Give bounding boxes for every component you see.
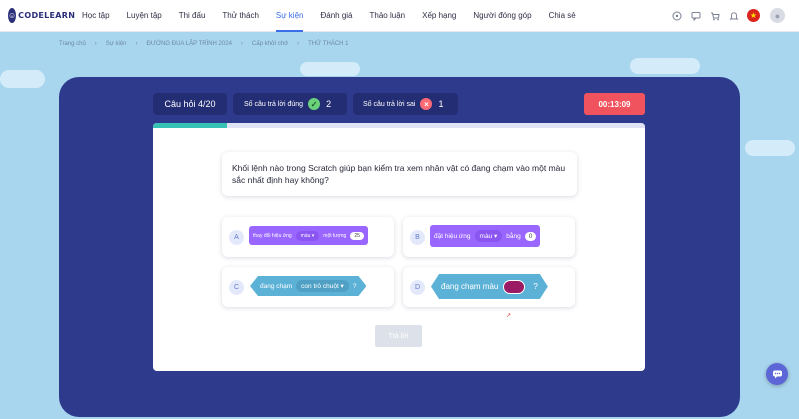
correct-answers-label: Số câu trả lời đúng: [244, 100, 304, 108]
cart-icon[interactable]: [709, 10, 720, 21]
answer-option-b[interactable]: B đặt hiệu ứng màu ▾ bằng 0: [403, 217, 575, 257]
chevron-right-icon: ›: [240, 41, 243, 47]
breadcrumb-home[interactable]: Trang chủ: [59, 41, 86, 47]
check-circle-icon: ✓: [308, 98, 321, 110]
block-text: thay đổi hiệu ứng: [253, 232, 292, 239]
block-text: một lượng: [323, 232, 347, 239]
block-text: ?: [352, 282, 357, 290]
chevron-right-icon: ›: [135, 41, 138, 47]
scratch-block-set-effect: đặt hiệu ứng màu ▾ bằng 0: [430, 225, 541, 247]
cloud-decoration: [0, 70, 45, 88]
question-progress-fill: [153, 123, 227, 128]
option-letter-c: C: [229, 280, 244, 295]
chat-icon[interactable]: [690, 10, 701, 21]
help-icon[interactable]: [671, 10, 682, 21]
option-letter-a: A: [229, 230, 244, 245]
top-navigation: ☺ CODELEARN Học tập Luyện tập Thi đấu Th…: [0, 0, 799, 32]
wrong-answers-count: 1: [438, 99, 444, 109]
chat-support-button[interactable]: [766, 363, 788, 385]
block-dropdown-label: con trỏ chuột: [301, 283, 339, 290]
scratch-block-touching: đang chạm con trỏ chuột ▾ ?: [250, 276, 366, 296]
block-text: bằng: [506, 232, 521, 240]
nav-item-thu-thach[interactable]: Thử thách: [222, 0, 258, 32]
chevron-right-icon: ›: [94, 41, 97, 47]
nav-item-hoc-tap[interactable]: Học tập: [82, 0, 110, 32]
codelearn-logo[interactable]: ☺ CODELEARN: [8, 8, 76, 23]
nav-item-thao-luan[interactable]: Thảo luận: [370, 0, 406, 32]
vietnam-flag-icon[interactable]: ★: [747, 9, 760, 22]
cloud-decoration: [630, 58, 700, 74]
nav-item-luyen-tap[interactable]: Luyện tập: [127, 0, 162, 32]
cloud-decoration: [745, 140, 795, 156]
nav-item-su-kien[interactable]: Sự kiện: [275, 0, 303, 32]
bell-icon[interactable]: [728, 10, 739, 21]
scratch-block-touching-color: đang chạm màu ?: [431, 274, 548, 299]
block-text: đang chạm màu: [441, 282, 499, 291]
answer-option-a[interactable]: A thay đổi hiệu ứng màu ▾ một lượng 25: [222, 217, 394, 257]
block-dropdown: con trỏ chuột ▾: [296, 280, 349, 292]
nav-item-danh-gia[interactable]: Đánh giá: [320, 0, 352, 32]
question-counter: Câu hỏi 4/20: [153, 93, 227, 115]
logo-text: CODELEARN: [18, 11, 76, 20]
question-progress-track: [153, 123, 645, 128]
nav-item-nguoi-dong-gop[interactable]: Người đóng góp: [473, 0, 531, 32]
breadcrumb-event-name[interactable]: ĐƯỜNG ĐUA LẬP TRÌNH 2024: [147, 41, 232, 47]
answer-option-c[interactable]: C đang chạm con trỏ chuột ▾ ?: [222, 267, 394, 307]
option-letter-b: B: [410, 230, 425, 245]
question-card: Khối lệnh nào trong Scratch giúp bạn kiể…: [153, 123, 645, 371]
block-dropdown: màu ▾: [295, 230, 320, 241]
countdown-timer: 00:13:09: [584, 93, 645, 115]
block-text: ?: [533, 282, 538, 291]
nav-icon-group: ★ ●: [663, 8, 785, 23]
color-swatch: [503, 280, 525, 294]
block-dropdown: màu ▾: [474, 230, 503, 242]
breadcrumb-events[interactable]: Sự kiện: [106, 41, 127, 47]
wrong-answers-stat: Số câu trả lời sai × 1: [353, 93, 458, 115]
x-circle-icon: ×: [420, 98, 433, 110]
block-text: đặt hiệu ứng: [434, 232, 471, 240]
block-dropdown-label: màu: [300, 232, 311, 239]
scratch-block-change-effect: thay đổi hiệu ứng màu ▾ một lượng 25: [249, 226, 368, 245]
option-letter-d: D: [410, 280, 425, 295]
nav-menu: Học tập Luyện tập Thi đấu Thử thách Sự k…: [82, 0, 593, 32]
answer-option-d[interactable]: D đang chạm màu ?: [403, 267, 575, 307]
breadcrumb-level[interactable]: Cấp khởi chớ: [252, 41, 288, 47]
cloud-decoration: [300, 62, 360, 76]
block-text: đang chạm: [260, 282, 293, 290]
mouse-cursor-icon: ↗: [506, 313, 512, 319]
logo-mascot-icon: ☺: [8, 8, 17, 23]
block-number-input: 0: [524, 231, 537, 241]
chevron-right-icon: ›: [297, 41, 300, 47]
nav-item-thi-dau[interactable]: Thi đấu: [179, 0, 206, 32]
user-avatar-icon[interactable]: ●: [770, 8, 785, 23]
correct-answers-stat: Số câu trả lời đúng ✓ 2: [233, 93, 347, 115]
breadcrumb-challenge: THỬ THÁCH 1: [308, 41, 349, 47]
nav-item-chia-se[interactable]: Chia sẻ: [549, 0, 576, 32]
wrong-answers-label: Số câu trả lời sai: [363, 100, 416, 108]
block-dropdown-label: màu: [479, 233, 493, 240]
correct-answers-count: 2: [326, 99, 332, 109]
nav-item-xep-hang[interactable]: Xếp hạng: [422, 0, 456, 32]
breadcrumb: Trang chủ › Sự kiện › ĐƯỜNG ĐUA LẬP TRÌN…: [59, 41, 349, 47]
question-text: Khối lệnh nào trong Scratch giúp bạn kiể…: [222, 152, 577, 196]
block-number-input: 25: [350, 231, 364, 240]
submit-answer-button[interactable]: Trả lời: [375, 325, 422, 347]
